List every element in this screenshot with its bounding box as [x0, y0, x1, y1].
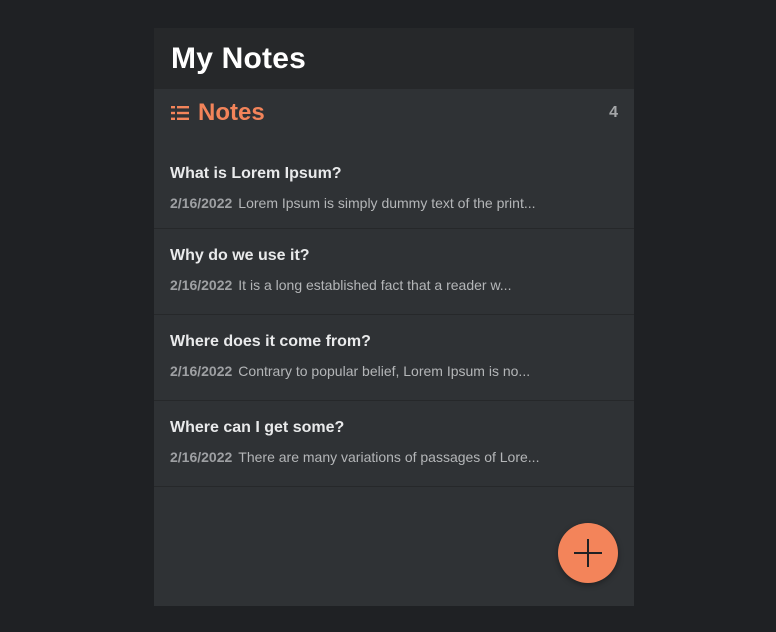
list-icon — [171, 106, 189, 120]
note-date: 2/16/2022 — [170, 195, 233, 211]
note-meta: 2/16/2022 Contrary to popular belief, Lor… — [170, 363, 618, 379]
note-title: Where can I get some? — [170, 419, 345, 436]
note-item[interactable]: Why do we use it? 2/16/2022 It is a long … — [154, 229, 634, 315]
note-preview: There are many variations of passages of… — [238, 449, 540, 465]
note-title: What is Lorem Ipsum? — [170, 165, 342, 182]
note-date: 2/16/2022 — [170, 277, 233, 293]
note-title: Why do we use it? — [170, 247, 310, 264]
notes-heading-label: Notes — [198, 99, 265, 126]
app-header: My Notes — [154, 28, 634, 89]
app-title: My Notes — [171, 41, 306, 75]
note-title: Where does it come from? — [170, 333, 371, 350]
notes-app: My Notes Notes 4 What is Lorem Ipsum? 2/… — [154, 28, 634, 606]
note-date: 2/16/2022 — [170, 449, 233, 465]
plus-icon — [574, 539, 602, 567]
notes-heading: Notes — [170, 99, 265, 127]
note-meta: 2/16/2022 Lorem Ipsum is simply dummy tex… — [170, 195, 618, 211]
add-note-button[interactable] — [558, 523, 618, 583]
note-item[interactable]: Where can I get some? 2/16/2022 There are… — [154, 401, 634, 487]
notes-section-header: Notes 4 — [154, 89, 634, 137]
note-item[interactable]: What is Lorem Ipsum? 2/16/2022 Lorem Ipsu… — [154, 150, 634, 229]
note-item[interactable]: Where does it come from? 2/16/2022 Contra… — [154, 315, 634, 401]
note-preview: Contrary to popular belief, Lorem Ipsum … — [238, 363, 531, 379]
note-preview: It is a long established fact that a rea… — [238, 277, 512, 293]
note-meta: 2/16/2022 It is a long established fact t… — [170, 277, 618, 293]
note-list: What is Lorem Ipsum? 2/16/2022 Lorem Ipsu… — [154, 150, 634, 487]
note-preview: Lorem Ipsum is simply dummy text of the … — [238, 195, 536, 211]
note-date: 2/16/2022 — [170, 363, 233, 379]
note-meta: 2/16/2022 There are many variations of pa… — [170, 449, 618, 465]
notes-count-badge: 4 — [609, 104, 618, 121]
